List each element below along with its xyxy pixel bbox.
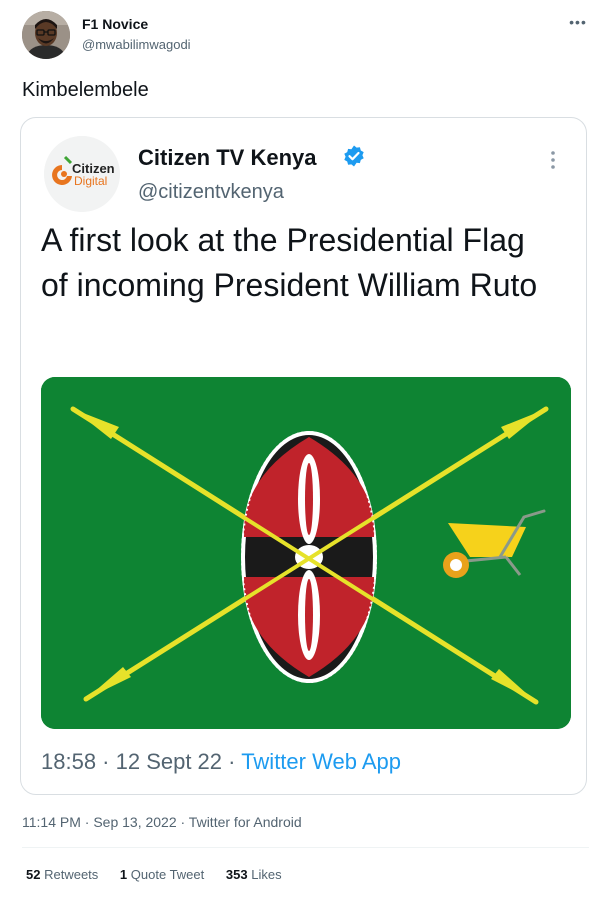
engagement-stats: 52 Retweets 1 Quote Tweet 353 Likes: [26, 867, 300, 882]
divider: [22, 847, 589, 848]
flag-illustration: [41, 377, 571, 729]
tweet-page: F1 Novice @mwabilimwagodi ••• Kimbelembe…: [0, 0, 611, 898]
likes-count: 353: [225, 867, 248, 882]
author-name[interactable]: F1 Novice: [82, 16, 148, 32]
author-avatar[interactable]: [22, 11, 70, 59]
quoted-tweet-time[interactable]: 18:58 · 12 Sept 22 ·: [41, 749, 241, 774]
quoted-author-avatar[interactable]: Citizen Digital: [44, 136, 120, 212]
presidential-flag-image[interactable]: [41, 377, 571, 729]
tweet-text: Kimbelembele: [22, 79, 149, 101]
retweets-label: Retweets: [44, 867, 99, 882]
retweets-count: 52: [26, 867, 41, 882]
verified-badge-icon: [344, 145, 364, 167]
likes-stat[interactable]: 353 Likes: [226, 867, 282, 882]
quoted-tweet-meta: 18:58 · 12 Sept 22 · Twitter Web App: [41, 749, 401, 775]
author-handle[interactable]: @mwabilimwagodi: [82, 37, 191, 52]
quote-tweets-stat[interactable]: 1 Quote Tweet: [120, 867, 204, 882]
tweet-timestamp[interactable]: 11:14 PM · Sep 13, 2022 · Twitter for An…: [22, 814, 302, 830]
quoted-tweet-card[interactable]: Citizen Digital Citizen TV Kenya @citize…: [20, 117, 587, 795]
more-options-icon[interactable]: •••: [566, 14, 590, 30]
quote-tweets-count: 1: [119, 867, 128, 882]
quoted-author-name[interactable]: Citizen TV Kenya: [138, 145, 316, 171]
quoted-tweet-text: A first look at the Presidential Flag of…: [41, 222, 538, 303]
avatar-photo: [22, 11, 70, 59]
quoted-author-handle[interactable]: @citizentvkenya: [138, 181, 284, 204]
quoted-more-options-icon[interactable]: [548, 148, 558, 172]
quote-tweets-label: Quote Tweet: [130, 867, 205, 882]
quoted-tweet-source[interactable]: Twitter Web App: [241, 749, 401, 774]
logo-text-digital: Digital: [74, 174, 107, 188]
retweets-stat[interactable]: 52 Retweets: [26, 867, 98, 882]
citizen-digital-logo: Citizen Digital: [44, 136, 120, 212]
likes-label: Likes: [251, 867, 282, 882]
